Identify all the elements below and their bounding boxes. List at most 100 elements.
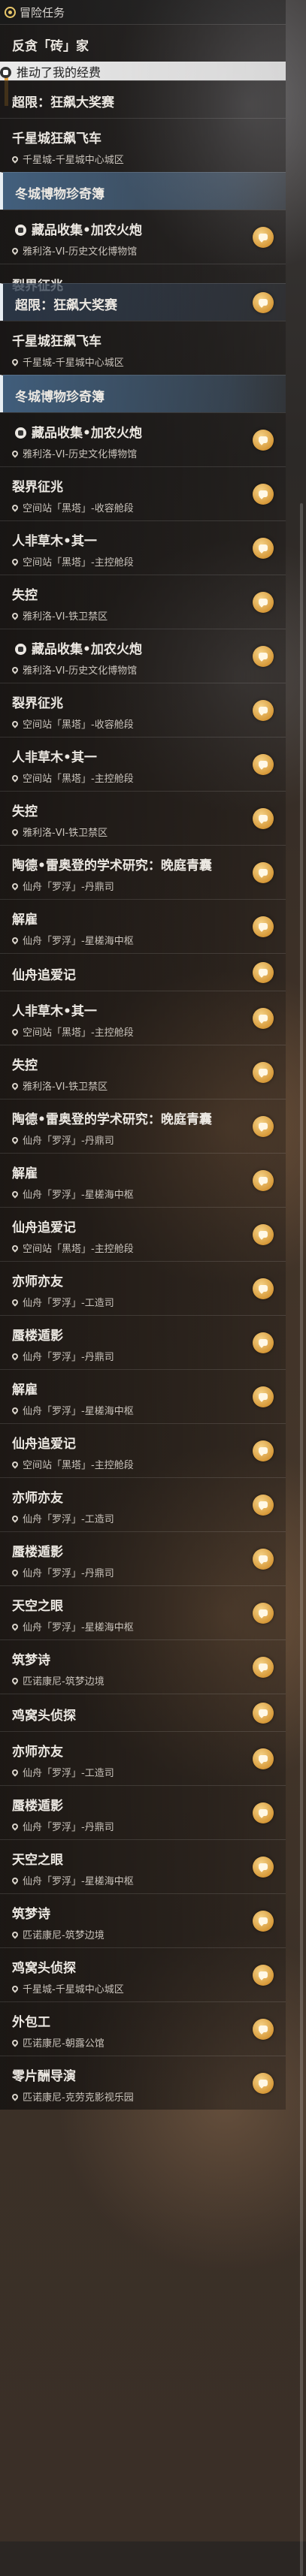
message-bubble-icon[interactable]	[253, 1386, 274, 1407]
section-header: 冒险任务	[0, 0, 286, 24]
section-title: 冒险任务	[20, 5, 65, 20]
quest-item[interactable]: 失控 雅利洛-VI-铁卫禁区	[0, 791, 286, 845]
quest-item[interactable]: 冬城博物珍奇簿	[0, 375, 286, 412]
quest-item[interactable]: 零片酬导演 匹诺康尼-克劳克影视乐园	[0, 2056, 286, 2110]
message-bubble-icon[interactable]	[253, 754, 274, 775]
quest-item[interactable]: 失控 雅利洛-VI-铁卫禁区	[0, 1045, 286, 1099]
quest-title-text: 冬城博物珍奇簿	[15, 390, 105, 405]
message-bubble-icon[interactable]	[253, 538, 274, 559]
quest-item[interactable]: 天空之眼 仙舟「罗浮」-星槎海中枢	[0, 1585, 286, 1639]
quest-title: 超限：狂飙大奖赛	[15, 294, 117, 313]
message-bubble-icon[interactable]	[253, 2019, 274, 2040]
quest-item[interactable]: 亦师亦友 仙舟「罗浮」-工造司	[0, 1477, 286, 1531]
quest-title: 推动了我的经费	[0, 62, 286, 80]
quest-item[interactable]: 鸡窝头侦探	[0, 1694, 286, 1731]
quest-title-text: 零片酬导演	[12, 2069, 76, 2084]
quest-item[interactable]: 外包工匹诺康尼-朝露公馆	[0, 2001, 286, 2056]
quest-item[interactable]: 陶德•雷奥登的学术研究：晚庭青囊 仙舟「罗浮」-丹鼎司	[0, 845, 286, 899]
message-bubble-icon[interactable]	[253, 2073, 274, 2094]
quest-item[interactable]: 解雇 仙舟「罗浮」-星槎海中枢	[0, 1153, 286, 1207]
quest-item[interactable]: 藏品收集•加农火炮 雅利洛-VI-历史文化博物馆	[0, 629, 286, 683]
message-bubble-icon[interactable]	[253, 592, 274, 613]
quest-title-text: 千星城狂飙飞车	[12, 334, 101, 349]
quest-location-text: 雅利洛-VI-历史文化博物馆	[23, 449, 138, 460]
message-bubble-icon[interactable]	[253, 1802, 274, 1823]
quest-item[interactable]: 人非草木•其一 空间站「黑塔」-主控舱段	[0, 520, 286, 575]
quest-item[interactable]: 推动了我的经费匹诺康尼-开拓之尾号	[0, 62, 286, 110]
message-bubble-icon[interactable]	[253, 1657, 274, 1678]
quest-item[interactable]: 超限：狂飙大奖赛	[0, 283, 286, 321]
quest-list: 冒险任务 反贪「砖」家推动了我的经费匹诺康尼-开拓之尾号超限：狂飙大奖赛千星城狂…	[0, 0, 286, 2110]
message-bubble-icon[interactable]	[253, 1116, 274, 1137]
message-bubble-icon[interactable]	[253, 1332, 274, 1353]
message-bubble-icon[interactable]	[253, 227, 274, 248]
message-bubble-icon[interactable]	[253, 916, 274, 937]
quest-item[interactable]: 鸡窝头侦探 千星城-千星城中心城区	[0, 1947, 286, 2001]
quest-item[interactable]: 蜃楼遁影 仙舟「罗浮」-丹鼎司	[0, 1315, 286, 1369]
message-bubble-icon[interactable]	[253, 484, 274, 505]
quest-item[interactable]: 冬城博物珍奇簿	[0, 172, 286, 210]
message-bubble-icon[interactable]	[253, 1008, 274, 1029]
message-bubble-icon[interactable]	[253, 430, 274, 451]
quest-item[interactable]: 藏品收集•加农火炮 雅利洛-VI-历史文化博物馆	[0, 210, 286, 264]
quest-location-text: 雅利洛-VI-铁卫禁区	[23, 611, 108, 623]
message-bubble-icon[interactable]	[253, 962, 274, 983]
message-bubble-icon[interactable]	[253, 1440, 274, 1461]
message-bubble-icon[interactable]	[253, 646, 274, 667]
quest-item[interactable]: 人非草木•其一 空间站「黑塔」-主控舱段	[0, 991, 286, 1045]
quest-item[interactable]: 千星城狂飙飞车 千星城-千星城中心城区	[0, 118, 286, 172]
message-bubble-icon[interactable]	[253, 1857, 274, 1878]
quest-item[interactable]: 失控 雅利洛-VI-铁卫禁区	[0, 575, 286, 629]
quest-item[interactable]: 蜃楼遁影 仙舟「罗浮」-丹鼎司	[0, 1531, 286, 1585]
scrollbar[interactable]	[300, 503, 303, 2576]
message-bubble-icon[interactable]	[253, 1549, 274, 1570]
location-pin-icon	[11, 1621, 20, 1631]
message-bubble-icon[interactable]	[253, 1495, 274, 1516]
quest-item[interactable]: 反贪「砖」家	[0, 24, 286, 62]
quest-item[interactable]: 蜃楼遁影 仙舟「罗浮」-丹鼎司	[0, 1785, 286, 1839]
quest-item[interactable]: 裂界征兆	[0, 264, 286, 294]
quest-title-text: 裂界征兆	[12, 696, 63, 711]
quest-item[interactable]: 裂界征兆 空间站「黑塔」-收容舱段	[0, 466, 286, 520]
quest-item[interactable]: 亦师亦友 仙舟「罗浮」-工造司	[0, 1261, 286, 1315]
message-bubble-icon[interactable]	[253, 292, 274, 313]
quest-item[interactable]: 天空之眼 仙舟「罗浮」-星槎海中枢	[0, 1839, 286, 1893]
quest-item[interactable]: 解雇 仙舟「罗浮」-星槎海中枢	[0, 899, 286, 953]
quest-item[interactable]: 筑梦诗 匹诺康尼-筑梦边境	[0, 1893, 286, 1947]
quest-item[interactable]: 人非草木•其一 空间站「黑塔」-主控舱段	[0, 737, 286, 791]
quest-item[interactable]: 仙舟追爱记	[0, 953, 286, 991]
location-pin-icon	[11, 1351, 20, 1361]
message-bubble-icon[interactable]	[253, 1748, 274, 1769]
quest-item[interactable]: 亦师亦友 仙舟「罗浮」-工造司	[0, 1731, 286, 1785]
quest-item[interactable]: 超限：狂飙大奖赛	[0, 80, 286, 118]
location-pin-icon	[11, 1929, 20, 1939]
message-bubble-icon[interactable]	[253, 1703, 274, 1724]
quest-title-text: 外包工	[12, 2015, 50, 2030]
quest-item[interactable]: 解雇 仙舟「罗浮」-星槎海中枢	[0, 1369, 286, 1423]
message-bubble-icon[interactable]	[253, 1911, 274, 1932]
message-bubble-icon[interactable]	[253, 1062, 274, 1083]
quest-location-text: 仙舟「罗浮」-星槎海中枢	[23, 1190, 134, 1201]
quest-item[interactable]: 裂界征兆 空间站「黑塔」-收容舱段	[0, 683, 286, 737]
quest-item[interactable]: 仙舟追爱记 空间站「黑塔」-主控舱段	[0, 1423, 286, 1477]
quest-title: 亦师亦友	[12, 1271, 63, 1290]
quest-item[interactable]: 仙舟追爱记 空间站「黑塔」-主控舱段	[0, 1207, 286, 1261]
message-bubble-icon[interactable]	[253, 862, 274, 883]
quest-item[interactable]: 千星城狂飙飞车 千星城-千星城中心城区	[0, 321, 286, 375]
quest-title: 冬城博物珍奇簿	[15, 183, 105, 202]
message-bubble-icon[interactable]	[253, 1170, 274, 1191]
quest-title-text: 亦师亦友	[12, 1274, 63, 1290]
quest-item[interactable]: 陶德•雷奥登的学术研究：晚庭青囊 仙舟「罗浮」-丹鼎司	[0, 1099, 286, 1153]
quest-title-text: 筑梦诗	[12, 1653, 50, 1668]
quest-location-text: 仙舟「罗浮」-丹鼎司	[23, 1822, 114, 1833]
message-bubble-icon[interactable]	[253, 700, 274, 721]
message-bubble-icon[interactable]	[253, 1603, 274, 1624]
quest-location: 匹诺康尼-朝露公馆	[11, 2035, 105, 2050]
message-bubble-icon[interactable]	[253, 1965, 274, 1986]
message-bubble-icon[interactable]	[253, 1224, 274, 1245]
quest-item[interactable]: 筑梦诗 匹诺康尼-筑梦边境	[0, 1639, 286, 1694]
quest-item[interactable]: 藏品收集•加农火炮 雅利洛-VI-历史文化博物馆	[0, 412, 286, 466]
quest-location: 仙舟「罗浮」-丹鼎司	[11, 1565, 114, 1579]
message-bubble-icon[interactable]	[253, 1278, 274, 1299]
message-bubble-icon[interactable]	[253, 808, 274, 829]
